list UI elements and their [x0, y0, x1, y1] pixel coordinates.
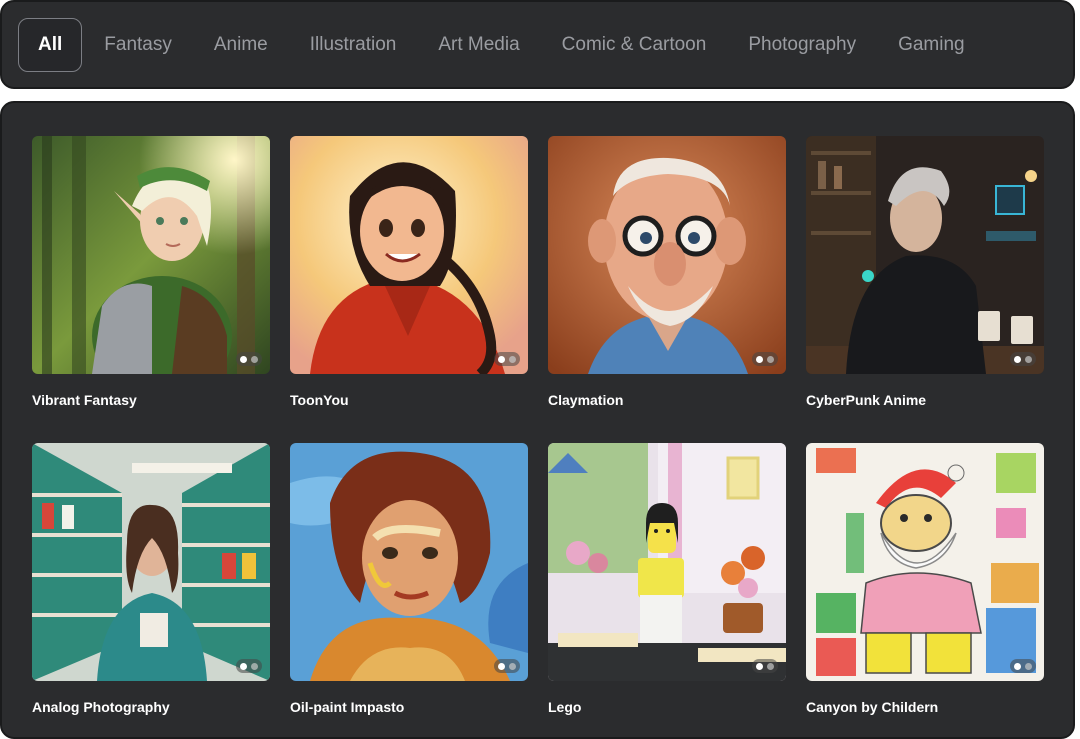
card-title[interactable]: ToonYou	[290, 392, 528, 408]
impasto-woman-portrait-image[interactable]	[290, 443, 528, 681]
card-title[interactable]: Oil-paint Impasto	[290, 699, 528, 715]
woman-in-store-aisle-image[interactable]	[32, 443, 270, 681]
style-card[interactable]: Analog Photography	[32, 443, 270, 715]
tab-all[interactable]: All	[18, 17, 83, 72]
style-gallery: Vibrant Fantasy ToonYou Claymation Cyber…	[0, 101, 1075, 739]
style-card[interactable]: CyberPunk Anime	[806, 136, 1044, 408]
image-carousel-dots[interactable]	[236, 352, 262, 366]
style-card[interactable]: ToonYou	[290, 136, 528, 408]
style-card[interactable]: Canyon by Childern	[806, 443, 1044, 715]
image-carousel-dots[interactable]	[752, 352, 778, 366]
image-carousel-dots[interactable]	[1010, 659, 1036, 673]
cyberpunk-man-cafe-image[interactable]	[806, 136, 1044, 374]
category-tabs-bar: All Fantasy Anime Illustration Art Media…	[0, 0, 1075, 89]
image-carousel-dots[interactable]	[752, 659, 778, 673]
image-carousel-dots[interactable]	[494, 659, 520, 673]
style-card[interactable]: Vibrant Fantasy	[32, 136, 270, 408]
image-carousel-dots[interactable]	[494, 352, 520, 366]
tab-photography[interactable]: Photography	[727, 19, 877, 71]
card-title[interactable]: CyberPunk Anime	[806, 392, 1044, 408]
style-card[interactable]: Lego	[548, 443, 786, 715]
cartoon-girl-red-jacket-image[interactable]	[290, 136, 528, 374]
clay-old-man-glasses-image[interactable]	[548, 136, 786, 374]
lego-figure-flowers-image[interactable]	[548, 443, 786, 681]
card-title[interactable]: Analog Photography	[32, 699, 270, 715]
style-card[interactable]: Claymation	[548, 136, 786, 408]
elf-warrior-forest-image[interactable]	[32, 136, 270, 374]
crayon-santa-drawing-image[interactable]	[806, 443, 1044, 681]
tab-fantasy[interactable]: Fantasy	[83, 19, 193, 71]
tab-anime[interactable]: Anime	[193, 19, 289, 71]
card-title[interactable]: Lego	[548, 699, 786, 715]
card-title[interactable]: Vibrant Fantasy	[32, 392, 270, 408]
tab-comic-cartoon[interactable]: Comic & Cartoon	[541, 19, 728, 71]
tab-gaming[interactable]: Gaming	[877, 19, 986, 71]
card-title[interactable]: Canyon by Childern	[806, 699, 1044, 715]
image-carousel-dots[interactable]	[236, 659, 262, 673]
card-title[interactable]: Claymation	[548, 392, 786, 408]
style-card[interactable]: Oil-paint Impasto	[290, 443, 528, 715]
tab-illustration[interactable]: Illustration	[289, 19, 418, 71]
image-carousel-dots[interactable]	[1010, 352, 1036, 366]
tab-art-media[interactable]: Art Media	[417, 19, 540, 71]
